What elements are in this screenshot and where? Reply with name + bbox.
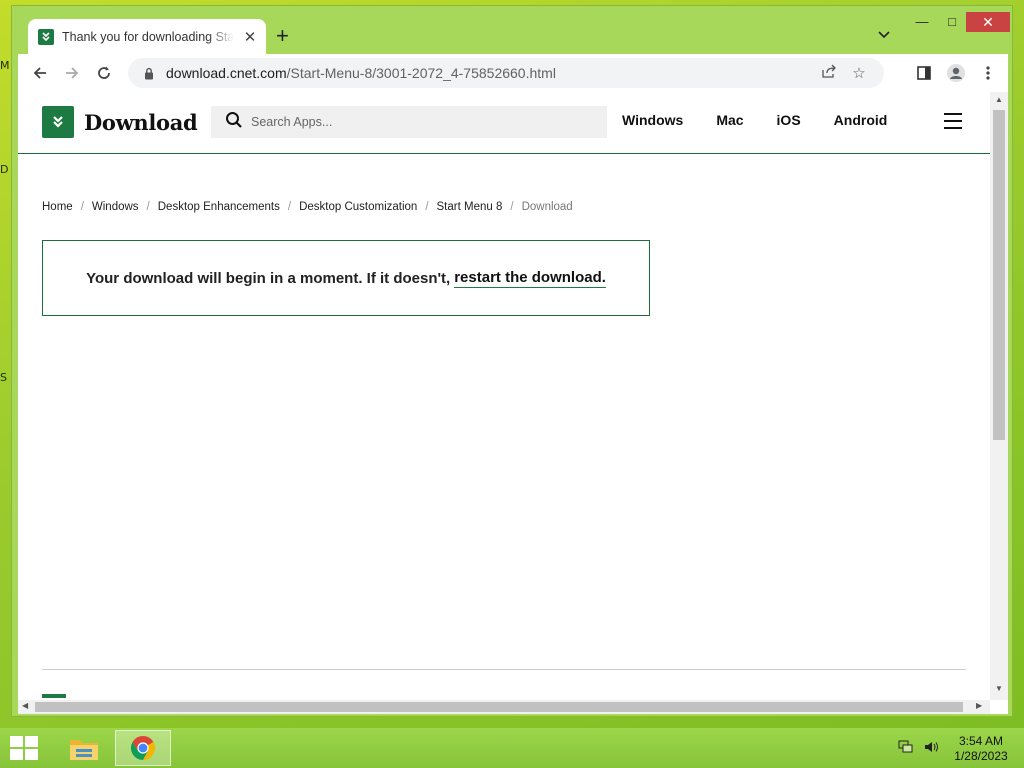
menu-icon[interactable] bbox=[972, 57, 1004, 89]
footer-divider bbox=[42, 669, 966, 670]
nav-windows[interactable]: Windows bbox=[622, 112, 683, 128]
site-logo[interactable]: Download bbox=[42, 106, 198, 138]
site-header: Download Windows Mac iOS Android bbox=[18, 92, 990, 154]
url-path: /Start-Menu-8/3001-2072_4-75852660.html bbox=[286, 65, 556, 81]
search-bar[interactable] bbox=[211, 106, 607, 138]
tab-title: Thank you for downloading Start Menu 8 bbox=[62, 29, 234, 44]
download-icon bbox=[38, 28, 54, 45]
new-tab-button[interactable]: + bbox=[276, 25, 289, 47]
network-icon[interactable] bbox=[898, 740, 914, 757]
search-icon[interactable] bbox=[225, 111, 243, 134]
bookmark-star-icon[interactable]: ☆ bbox=[844, 64, 874, 82]
reload-icon[interactable] bbox=[88, 57, 120, 89]
breadcrumb-windows[interactable]: Windows bbox=[92, 201, 139, 213]
breadcrumb-separator: / bbox=[287, 201, 292, 213]
notice-text: Your download will begin in a moment. If… bbox=[86, 269, 451, 287]
vertical-scrollbar[interactable]: ▲ ▼ bbox=[990, 92, 1008, 700]
breadcrumb: Home / Windows / Desktop Enhancements / … bbox=[42, 201, 573, 213]
url-text[interactable]: download.cnet.com/Start-Menu-8/3001-2072… bbox=[166, 65, 814, 81]
profile-icon[interactable] bbox=[940, 57, 972, 89]
taskbar-clock[interactable]: 3:54 AM 1/28/2023 bbox=[948, 734, 1014, 764]
side-panel-icon[interactable] bbox=[908, 57, 940, 89]
system-tray bbox=[898, 740, 940, 757]
toolbar-right bbox=[908, 57, 1004, 89]
address-bar[interactable]: download.cnet.com/Start-Menu-8/3001-2072… bbox=[128, 58, 884, 88]
vertical-scroll-thumb[interactable] bbox=[993, 110, 1005, 440]
maximize-button[interactable]: □ bbox=[937, 12, 967, 32]
restart-download-link[interactable]: restart the download. bbox=[454, 269, 606, 288]
clock-time: 3:54 AM bbox=[958, 734, 1004, 748]
back-icon[interactable] bbox=[24, 57, 56, 89]
lock-icon[interactable] bbox=[142, 66, 156, 80]
scroll-up-icon[interactable]: ▲ bbox=[990, 95, 1008, 104]
breadcrumb-separator: / bbox=[146, 201, 150, 213]
breadcrumb-desktop-customization[interactable]: Desktop Customization bbox=[299, 201, 417, 213]
horizontal-scrollbar[interactable]: ◀ ▶ bbox=[18, 700, 990, 714]
page-viewport: Download Windows Mac iOS Android Home / … bbox=[18, 92, 1008, 714]
share-icon[interactable] bbox=[814, 64, 844, 82]
file-explorer-icon[interactable] bbox=[56, 730, 112, 766]
breadcrumb-home[interactable]: Home bbox=[42, 201, 73, 213]
taskbar: 3:54 AM 1/28/2023 bbox=[0, 728, 1024, 768]
breadcrumb-current: Download bbox=[521, 201, 573, 213]
windows-start-icon[interactable] bbox=[10, 736, 38, 760]
volume-icon[interactable] bbox=[924, 740, 940, 757]
download-logo-icon bbox=[42, 106, 74, 138]
logo-text: Download bbox=[84, 109, 198, 135]
search-input[interactable] bbox=[251, 115, 591, 129]
footer-accent bbox=[42, 694, 66, 698]
scroll-down-icon[interactable]: ▼ bbox=[990, 684, 1008, 693]
download-notice: Your download will begin in a moment. If… bbox=[42, 240, 650, 316]
nav-mac[interactable]: Mac bbox=[716, 112, 743, 128]
hamburger-menu-icon[interactable] bbox=[944, 113, 962, 129]
breadcrumb-separator: / bbox=[510, 201, 514, 213]
breadcrumb-desktop-enhancements[interactable]: Desktop Enhancements bbox=[158, 201, 280, 213]
tab-close-icon[interactable]: ✕ bbox=[242, 28, 258, 46]
browser-toolbar: download.cnet.com/Start-Menu-8/3001-2072… bbox=[18, 54, 1008, 92]
platform-nav: Windows Mac iOS Android bbox=[622, 112, 920, 128]
clock-date: 1/28/2023 bbox=[954, 749, 1008, 763]
horizontal-scroll-thumb[interactable] bbox=[35, 702, 963, 712]
tab-strip: Thank you for downloading Start Menu 8 ✕… bbox=[12, 6, 1012, 56]
minimize-button[interactable]: — bbox=[907, 12, 937, 32]
url-domain: download.cnet.com bbox=[166, 65, 287, 81]
tab-active[interactable]: Thank you for downloading Start Menu 8 ✕ bbox=[28, 19, 266, 54]
breadcrumb-separator: / bbox=[425, 201, 429, 213]
chrome-icon[interactable] bbox=[115, 730, 171, 766]
browser-window: Thank you for downloading Start Menu 8 ✕… bbox=[11, 5, 1013, 717]
breadcrumb-separator: / bbox=[80, 201, 84, 213]
chevron-down-icon[interactable] bbox=[878, 28, 890, 42]
close-button[interactable]: ✕ bbox=[966, 12, 1010, 32]
nav-ios[interactable]: iOS bbox=[777, 112, 801, 128]
breadcrumb-start-menu-8[interactable]: Start Menu 8 bbox=[437, 201, 503, 213]
nav-android[interactable]: Android bbox=[834, 112, 888, 128]
forward-icon[interactable] bbox=[56, 57, 88, 89]
scroll-left-icon[interactable]: ◀ bbox=[22, 701, 28, 710]
scroll-right-icon[interactable]: ▶ bbox=[976, 701, 982, 710]
